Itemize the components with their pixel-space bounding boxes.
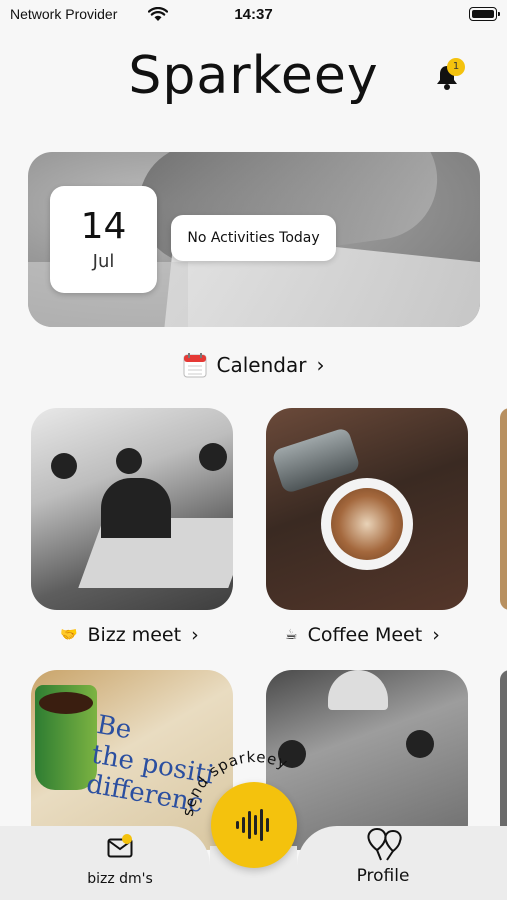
- coffee-meet-card[interactable]: [266, 408, 468, 610]
- coffee-surface-shape: [39, 692, 93, 714]
- person-shape: [101, 478, 171, 538]
- chevron-right-icon: ›: [432, 624, 440, 646]
- clock: 14:37: [234, 6, 273, 23]
- coffee-meet-label: Coffee Meet: [307, 624, 423, 646]
- svg-text:send sparkeey: send sparkeey: [180, 748, 291, 818]
- person-shape: [51, 453, 77, 479]
- send-sparkeey-label: send sparkeey: [180, 748, 291, 818]
- bizz-meet-card[interactable]: [31, 408, 233, 610]
- profile-balloons-icon[interactable]: [363, 826, 407, 862]
- bizz-meet-label: Bizz meet: [87, 624, 182, 646]
- status-bar: Network Provider 14:37: [0, 0, 507, 30]
- person-shape: [116, 448, 142, 474]
- person-shape: [406, 730, 434, 758]
- calendar-link[interactable]: Calendar ›: [0, 352, 507, 384]
- battery-icon: [469, 7, 500, 21]
- next-card-peek[interactable]: [500, 408, 507, 610]
- coffee-icon: ☕: [285, 627, 298, 643]
- app-title: Sparkeey: [128, 46, 379, 106]
- calendar-icon: [183, 353, 207, 378]
- tab-bizz-dms[interactable]: [0, 826, 210, 900]
- calendar-link-label: Calendar: [216, 353, 307, 377]
- bizz-meet-link[interactable]: 🤝 Bizz meet ›: [60, 622, 199, 648]
- coffee-meet-link[interactable]: ☕ Coffee Meet ›: [285, 622, 440, 648]
- lamp-shape: [328, 670, 388, 710]
- next-card-peek[interactable]: [500, 670, 507, 850]
- activity-status: No Activities Today: [171, 215, 336, 261]
- date-day: 14: [80, 206, 127, 247]
- date-card: 14 Jul: [50, 186, 157, 293]
- unread-dot: [122, 834, 132, 844]
- chevron-right-icon: ›: [316, 353, 325, 377]
- send-sparkeey-text: send sparkeey: [180, 748, 290, 818]
- tab-profile-label[interactable]: Profile: [333, 866, 433, 886]
- date-month: Jul: [92, 251, 115, 272]
- handshake-icon: 🤝: [60, 627, 78, 643]
- chevron-right-icon: ›: [191, 624, 199, 646]
- person-shape: [199, 443, 227, 471]
- notification-badge: 1: [447, 58, 465, 76]
- tab-bizz-dms-label[interactable]: bizz dm's: [60, 871, 180, 887]
- latte-art-shape: [331, 488, 403, 560]
